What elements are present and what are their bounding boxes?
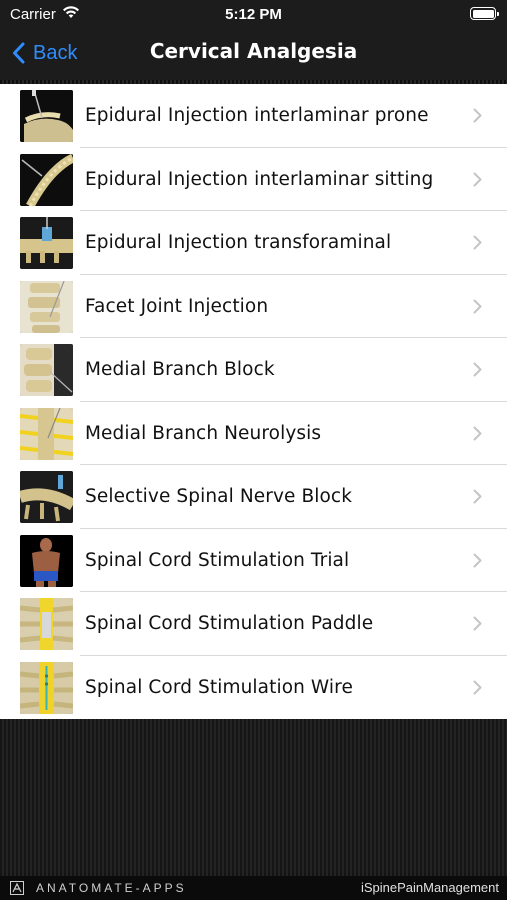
procedure-thumbnail [20,471,73,523]
list-item[interactable]: Epidural Injection interlaminar sitting [0,148,507,212]
procedure-thumbnail [20,217,73,269]
procedure-thumbnail [20,90,73,142]
procedure-thumbnail [20,153,73,206]
list-item-label: Epidural Injection interlaminar sitting [85,168,434,190]
chevron-right-icon [473,108,482,123]
list-item[interactable]: Spinal Cord Stimulation Trial [0,529,507,593]
list-item-label: Epidural Injection interlaminar prone [85,105,429,126]
list-item-label: Spinal Cord Stimulation Trial [85,549,350,571]
list-item-label: Facet Joint Injection [85,295,269,317]
footer-bar: ANATOMATE-APPS iSpinePainManagement [0,876,507,900]
list-item-label: Medial Branch Block [85,359,275,380]
footer-brand: ANATOMATE-APPS [36,881,187,895]
anatomate-logo-icon [10,881,24,895]
page-title: Cervical Analgesia [149,39,358,63]
procedure-thumbnail [20,534,73,587]
chevron-right-icon [473,616,482,631]
chevron-right-icon [473,426,482,440]
chevron-right-icon [473,680,482,694]
list-item[interactable]: Spinal Cord Stimulation Wire [0,656,507,720]
chevron-right-icon [473,299,482,313]
status-bar: Carrier 5:12 PM [0,0,507,30]
procedure-thumbnail [20,280,73,333]
list-item[interactable]: Spinal Cord Stimulation Paddle [0,592,507,656]
list-item[interactable]: Medial Branch Block [0,338,507,402]
footer-app-name: iSpinePainManagement [360,880,499,895]
chevron-right-icon [473,553,482,567]
list-item[interactable]: Epidural Injection transforaminal [0,211,507,275]
navigation-bar: Back Cervical Analgesia [0,30,507,80]
procedure-thumbnail [20,598,73,650]
list-item-label: Epidural Injection transforaminal [85,232,392,253]
battery-icon [470,7,499,20]
list-item-label: Medial Branch Neurolysis [85,422,322,444]
list-item-label: Spinal Cord Stimulation Wire [85,676,353,698]
chevron-right-icon [473,172,482,186]
list-item-label: Spinal Cord Stimulation Paddle [85,613,374,634]
list-item-label: Selective Spinal Nerve Block [85,486,353,507]
chevron-right-icon [473,489,482,504]
chevron-right-icon [473,362,482,377]
top-bar: Carrier 5:12 PM Back Cervical Analgesia [0,0,507,84]
empty-background [0,719,507,876]
list-item[interactable]: Facet Joint Injection [0,275,507,339]
status-time: 5:12 PM [225,6,282,23]
procedure-thumbnail [20,344,73,396]
list-item[interactable]: Medial Branch Neurolysis [0,402,507,466]
procedure-list: Epidural Injection interlaminar prone Ep… [0,84,507,719]
procedure-thumbnail [20,407,73,460]
list-item[interactable]: Epidural Injection interlaminar prone [0,84,507,148]
procedure-thumbnail [20,661,73,714]
list-item[interactable]: Selective Spinal Nerve Block [0,465,507,529]
chevron-right-icon [473,235,482,250]
